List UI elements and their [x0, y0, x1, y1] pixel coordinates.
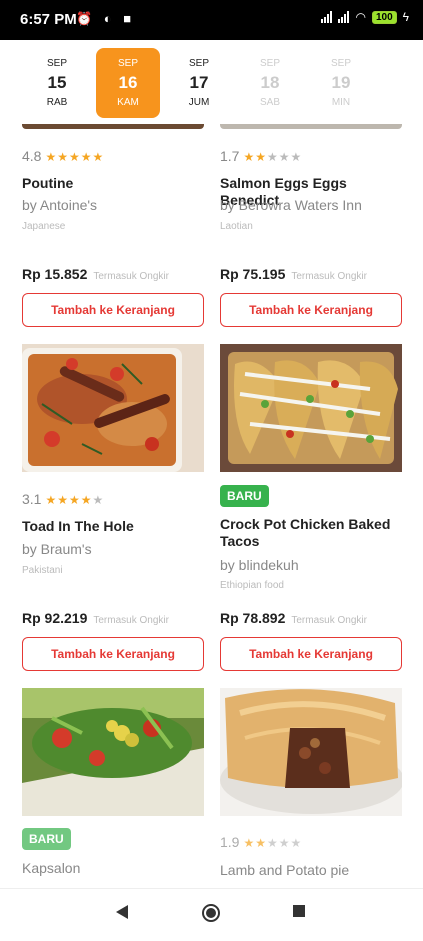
star-rating-icon: ★★★★★	[45, 493, 105, 507]
product-title: Lamb and Potato pie	[220, 862, 350, 878]
rating-value: 1.7	[220, 148, 240, 164]
product-vendor: by Berowra Waters Inn	[220, 197, 362, 213]
rating: 3.1 ★★★★★	[22, 491, 104, 507]
price-value: Rp 15.852	[22, 266, 88, 282]
product-vendor: by Antoine's	[22, 197, 98, 213]
wifi-icon: ◠	[355, 10, 366, 24]
charging-icon: ϟ	[402, 10, 409, 24]
price-value: Rp 78.892	[220, 610, 286, 626]
date-item-15[interactable]: SEP 15 RAB	[25, 48, 89, 118]
rating-value: 3.1	[22, 491, 42, 507]
product-category: Ethiopian food	[220, 580, 284, 591]
food-image	[22, 344, 204, 472]
food-image	[22, 688, 204, 816]
new-badge: BARU	[22, 828, 71, 850]
add-to-cart-button[interactable]: Tambah ke Keranjang	[22, 637, 204, 671]
date-weekday: RAB	[46, 97, 68, 108]
product-price: Rp 15.852 Termasuk Ongkir	[22, 266, 169, 282]
status-notification-icons: ⏰ ◐ ■	[76, 11, 136, 26]
product-category: Laotian	[220, 221, 253, 232]
star-rating-icon: ★★★★★	[243, 836, 303, 850]
star-rating-icon: ★★★★★	[243, 150, 303, 164]
product-price: Rp 92.219 Termasuk Ongkir	[22, 610, 169, 626]
price-value: Rp 75.195	[220, 266, 286, 282]
date-day: 15	[47, 73, 67, 92]
status-right: ◠ 100 ϟ	[321, 10, 409, 24]
product-title: Kapsalon	[22, 860, 81, 876]
price-note: Termasuk Ongkir	[291, 615, 367, 626]
home-icon[interactable]	[201, 903, 221, 923]
product-title: Poutine	[22, 175, 74, 191]
date-item-19-disabled: SEP 19 MIN	[309, 48, 373, 118]
date-month: SEP	[46, 58, 67, 69]
add-to-cart-button[interactable]: Tambah ke Keranjang	[220, 637, 402, 671]
date-weekday: JUM	[188, 97, 210, 108]
rating-value: 4.8	[22, 148, 42, 164]
price-note: Termasuk Ongkir	[93, 615, 169, 626]
date-day: 18	[260, 73, 280, 92]
system-nav-bar	[0, 888, 423, 941]
date-item-18-disabled: SEP 18 SAB	[238, 48, 302, 118]
new-badge: BARU	[220, 485, 269, 507]
back-icon[interactable]	[114, 903, 130, 921]
star-rating-icon: ★★★★★	[45, 150, 105, 164]
food-image	[220, 344, 402, 472]
date-weekday: KAM	[117, 97, 139, 108]
product-vendor: by Braum's	[22, 541, 92, 557]
product-price: Rp 75.195 Termasuk Ongkir	[220, 266, 367, 282]
date-month: SEP	[188, 58, 209, 69]
food-image-partial	[22, 124, 204, 129]
add-to-cart-button[interactable]: Tambah ke Keranjang	[220, 293, 402, 327]
date-month: SEP	[259, 58, 280, 69]
add-to-cart-button[interactable]: Tambah ke Keranjang	[22, 293, 204, 327]
product-category: Pakistani	[22, 565, 63, 576]
date-weekday: SAB	[259, 97, 280, 108]
recents-icon[interactable]	[291, 903, 307, 919]
food-image-partial	[220, 124, 402, 129]
signal-icon-2	[338, 11, 350, 23]
product-price: Rp 78.892 Termasuk Ongkir	[220, 610, 367, 626]
rating: 4.8 ★★★★★	[22, 148, 104, 164]
date-day: 19	[331, 73, 351, 92]
product-title: Toad In The Hole	[22, 518, 134, 534]
status-time: 6:57 PM	[20, 11, 77, 28]
signal-icon	[321, 11, 333, 23]
product-vendor: by blindekuh	[220, 557, 299, 573]
date-day: 17	[189, 73, 209, 92]
price-note: Termasuk Ongkir	[291, 271, 367, 282]
date-item-16-selected[interactable]: SEP 16 KAM	[96, 48, 160, 118]
date-month: SEP	[330, 58, 351, 69]
rating: 1.7 ★★★★★	[220, 148, 302, 164]
price-value: Rp 92.219	[22, 610, 88, 626]
price-note: Termasuk Ongkir	[93, 271, 169, 282]
date-weekday: MIN	[331, 97, 351, 108]
date-item-17[interactable]: SEP 17 JUM	[167, 48, 231, 118]
product-title: Crock Pot Chicken Baked Tacos	[220, 516, 391, 549]
rating-value: 1.9	[220, 834, 240, 850]
date-month: SEP	[117, 58, 138, 69]
date-day: 16	[118, 73, 138, 92]
battery-icon: 100	[371, 10, 397, 24]
status-bar: 6:57 PM ⏰ ◐ ■ ◠ 100 ϟ	[0, 0, 423, 40]
rating: 1.9 ★★★★★	[220, 834, 302, 850]
product-category: Japanese	[22, 221, 66, 232]
date-selector: SEP 15 RAB SEP 16 KAM SEP 17 JUM SEP 18 …	[0, 40, 423, 124]
food-image	[220, 688, 402, 816]
